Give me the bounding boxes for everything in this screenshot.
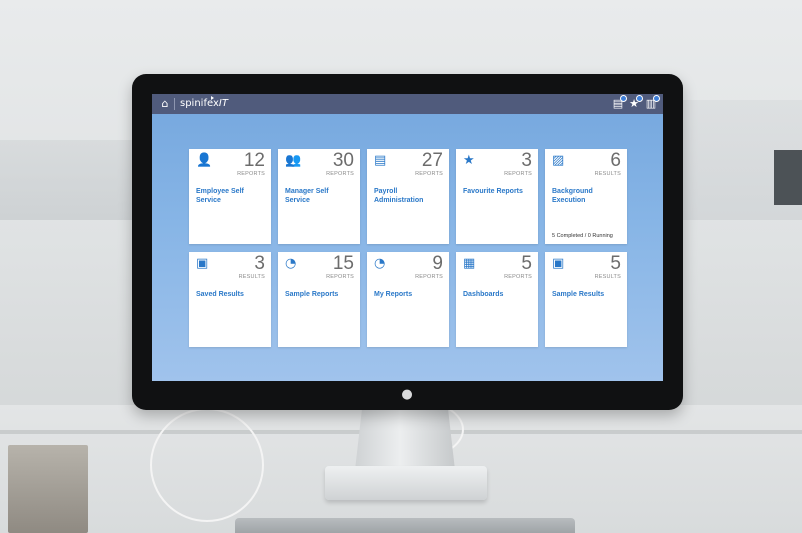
- cable: [150, 408, 264, 522]
- brand-logo: spinifexIT: [180, 96, 228, 111]
- tile-label: Payroll Administration: [374, 188, 424, 204]
- dashboard-icon: ▦: [463, 256, 476, 271]
- tile-unit: REPORTS: [326, 171, 354, 177]
- tile-count: 27: [421, 150, 443, 171]
- tile-label: Manager Self Service: [285, 188, 329, 204]
- tile-label: Sample Reports: [285, 291, 339, 298]
- tile-count: 5: [521, 253, 532, 274]
- manager-group-icon: 👥: [285, 153, 302, 168]
- brand-play-icon: [211, 96, 214, 100]
- tile-label: Employee Self Service: [196, 188, 244, 204]
- desk-box: [8, 445, 88, 533]
- apple-logo-icon: ●: [401, 387, 413, 402]
- tile-count: 30: [332, 150, 354, 171]
- tile-count: 9: [432, 253, 443, 274]
- tile-count: 3: [254, 253, 265, 274]
- home-icon[interactable]: ⌂: [158, 97, 172, 111]
- monitor-stand-base: [325, 466, 487, 500]
- tile-unit: RESULTS: [594, 171, 621, 177]
- employee-icon: 👤: [196, 153, 213, 168]
- tile-background-execution[interactable]: ▨ 6 RESULTS Background Execution 5 Compl…: [545, 149, 627, 244]
- tile-unit: REPORTS: [504, 274, 532, 280]
- tile-unit: RESULTS: [594, 274, 621, 280]
- favourite-star-icon[interactable]: ★: [627, 95, 643, 111]
- top-bar: ⌂ spinifexIT ▤ ★ ▥: [152, 94, 663, 114]
- save-icon: ▣: [196, 256, 209, 271]
- sample-results-icon: ▣: [552, 256, 565, 271]
- tile-unit: RESULTS: [238, 274, 265, 280]
- tile-sample-results[interactable]: ▣ 5 RESULTS Sample Results: [545, 252, 627, 347]
- tile-unit: REPORTS: [504, 171, 532, 177]
- keyboard: [235, 518, 575, 533]
- tile-payroll-administration[interactable]: ▤ 27 REPORTS Payroll Administration: [367, 149, 449, 244]
- tile-unit: REPORTS: [237, 171, 265, 177]
- tile-count: 3: [521, 150, 532, 171]
- tile-saved-results[interactable]: ▣ 3 RESULTS Saved Results: [189, 252, 271, 347]
- brand-suffix: IT: [218, 98, 228, 109]
- tile-unit: REPORTS: [326, 274, 354, 280]
- app-screen: ⌂ spinifexIT ▤ ★ ▥ 👤 12 REPORTS Employee…: [152, 94, 663, 381]
- tile-unit: REPORTS: [415, 171, 443, 177]
- tile-label: Favourite Reports: [463, 188, 523, 195]
- background-monitor-right: [774, 150, 802, 205]
- tile-count: 6: [610, 150, 621, 171]
- execution-status: 5 Completed / 0 Running: [552, 233, 613, 239]
- tile-label: Background Execution: [552, 188, 593, 204]
- notification-dot: [636, 95, 643, 102]
- tile-count: 5: [610, 253, 621, 274]
- tile-label: My Reports: [374, 291, 413, 298]
- notification-dot: [620, 95, 627, 102]
- feed-icon: ◔: [285, 256, 297, 271]
- tile-label: Saved Results: [196, 291, 244, 298]
- background-shelf-left: [0, 140, 140, 220]
- star-icon: ★: [463, 153, 475, 168]
- tile-dashboards[interactable]: ▦ 5 REPORTS Dashboards: [456, 252, 538, 347]
- report-chart-icon[interactable]: ▥: [644, 95, 660, 111]
- tile-manager-self-service[interactable]: 👥 30 REPORTS Manager Self Service: [278, 149, 360, 244]
- feed-icon: ◔: [374, 256, 386, 271]
- tile-sample-reports[interactable]: ◔ 15 REPORTS Sample Reports: [278, 252, 360, 347]
- tile-employee-self-service[interactable]: 👤 12 REPORTS Employee Self Service: [189, 149, 271, 244]
- payroll-icon: ▤: [374, 153, 387, 168]
- tile-label: Dashboards: [463, 291, 504, 298]
- tile-my-reports[interactable]: ◔ 9 REPORTS My Reports: [367, 252, 449, 347]
- tile-unit: REPORTS: [415, 274, 443, 280]
- tile-favourite-reports[interactable]: ★ 3 REPORTS Favourite Reports: [456, 149, 538, 244]
- topbar-separator: [174, 98, 175, 110]
- tile-count: 12: [243, 150, 265, 171]
- image-icon: ▨: [552, 153, 565, 168]
- tile-label: Sample Results: [552, 291, 605, 298]
- tile-count: 15: [332, 253, 354, 274]
- monitor-stand-neck: [355, 400, 455, 470]
- notification-dot: [653, 95, 660, 102]
- saved-results-icon[interactable]: ▤: [611, 95, 627, 111]
